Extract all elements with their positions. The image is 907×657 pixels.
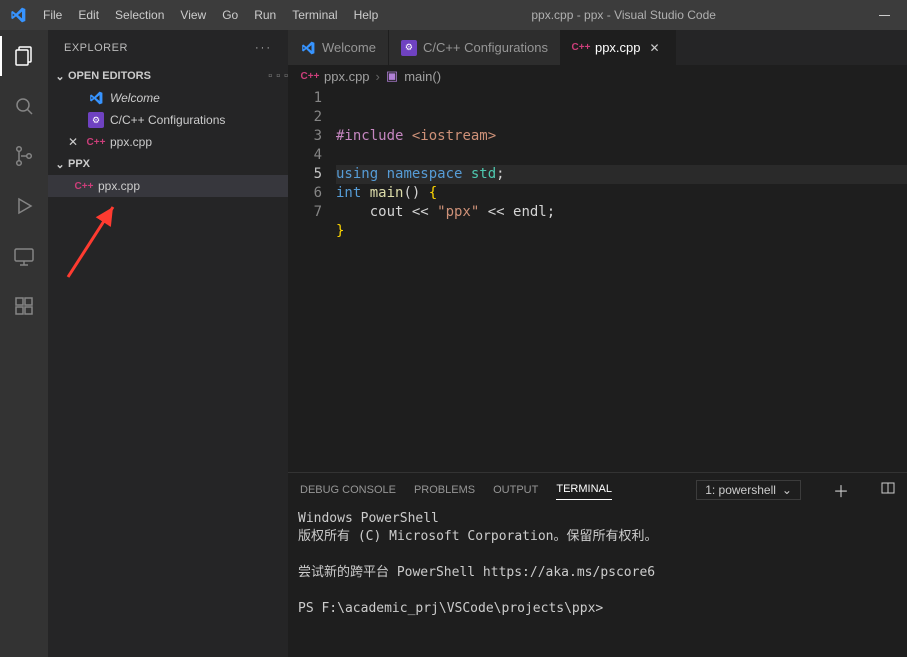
gear-icon: ⚙ (401, 40, 417, 56)
terminal-selector-label: 1: powershell (705, 483, 776, 497)
menubar: File Edit Selection View Go Run Terminal… (35, 0, 386, 30)
activity-bar (0, 30, 48, 657)
tab-label: ppx.cpp (595, 40, 641, 55)
panel-tab-terminal[interactable]: TERMINAL (556, 479, 612, 500)
chevron-right-icon: › (376, 69, 380, 84)
cpp-file-icon: C++ (573, 40, 589, 56)
search-icon[interactable] (0, 86, 48, 126)
extensions-icon[interactable] (0, 286, 48, 326)
vscode-logo-icon (0, 7, 35, 23)
open-editors-header[interactable]: ⌄ OPEN EDITORS ▫ ▫ ▫ (48, 65, 288, 87)
symbol-cube-icon: ▣ (386, 68, 398, 84)
cpp-file-icon: C++ (88, 134, 104, 150)
menu-go[interactable]: Go (214, 0, 246, 30)
file-tree-item[interactable]: C++ ppx.cpp (48, 175, 288, 197)
open-editor-item[interactable]: ✕ C++ ppx.cpp (48, 131, 288, 153)
tab-welcome[interactable]: Welcome (288, 30, 389, 65)
line-gutter: 1234567 (288, 87, 336, 472)
open-editors-label: OPEN EDITORS (68, 70, 151, 82)
titlebar: File Edit Selection View Go Run Terminal… (0, 0, 907, 30)
menu-selection[interactable]: Selection (107, 0, 172, 30)
open-editor-label: C/C++ Configurations (110, 113, 225, 127)
code-editor[interactable]: 1234567 #include <iostream> using namesp… (288, 87, 907, 472)
explorer-icon[interactable] (0, 36, 48, 76)
menu-run[interactable]: Run (246, 0, 284, 30)
tab-ppx-cpp[interactable]: C++ ppx.cpp ✕ (561, 30, 676, 65)
panel-tab-debug-console[interactable]: DEBUG CONSOLE (300, 480, 396, 500)
minimize-button[interactable] (861, 0, 907, 30)
editor-group: Welcome ⚙ C/C++ Configurations C++ ppx.c… (288, 30, 907, 657)
vscode-icon (300, 40, 316, 56)
run-debug-icon[interactable] (0, 186, 48, 226)
chevron-down-icon: ⌄ (782, 483, 792, 497)
new-terminal-icon[interactable]: ＋ (833, 478, 849, 502)
tab-label: Welcome (322, 40, 376, 55)
breadcrumb-symbol[interactable]: main() (404, 69, 441, 84)
vscode-icon (88, 90, 104, 106)
sidebar-title: EXPLORER (64, 42, 128, 54)
terminal[interactable]: Windows PowerShell 版权所有 (C) Microsoft Co… (288, 506, 907, 657)
tab-label: C/C++ Configurations (423, 40, 548, 55)
breadcrumb-file[interactable]: ppx.cpp (324, 69, 370, 84)
cpp-file-icon: C++ (76, 178, 92, 194)
open-editor-item[interactable]: ⚙ C/C++ Configurations (48, 109, 288, 131)
file-label: ppx.cpp (98, 179, 140, 193)
new-file-icon[interactable]: ▫ (268, 70, 272, 82)
open-editor-label: Welcome (110, 91, 160, 105)
bottom-panel: DEBUG CONSOLE PROBLEMS OUTPUT TERMINAL 1… (288, 472, 907, 657)
explorer-sidebar: EXPLORER ··· ⌄ OPEN EDITORS ▫ ▫ ▫ Welcom… (48, 30, 288, 657)
close-icon[interactable]: ✕ (647, 40, 663, 56)
code-content[interactable]: #include <iostream> using namespace std;… (336, 87, 907, 472)
open-editor-item[interactable]: Welcome (48, 87, 288, 109)
chevron-down-icon: ⌄ (52, 70, 68, 83)
source-control-icon[interactable] (0, 136, 48, 176)
sidebar-more-icon[interactable]: ··· (255, 42, 272, 54)
folder-header[interactable]: ⌄ PPX (48, 153, 288, 175)
chevron-down-icon: ⌄ (52, 158, 68, 171)
panel-tab-output[interactable]: OUTPUT (493, 480, 538, 500)
gear-icon: ⚙ (88, 112, 104, 128)
remote-icon[interactable] (0, 236, 48, 276)
panel-tab-problems[interactable]: PROBLEMS (414, 480, 475, 500)
folder-label: PPX (68, 158, 90, 170)
editor-tabs: Welcome ⚙ C/C++ Configurations C++ ppx.c… (288, 30, 907, 65)
window-title: ppx.cpp - ppx - Visual Studio Code (386, 8, 861, 22)
breadcrumbs[interactable]: C++ ppx.cpp › ▣ main() (288, 65, 907, 87)
split-terminal-icon[interactable] (881, 481, 895, 498)
menu-edit[interactable]: Edit (70, 0, 107, 30)
tab-ccpp-config[interactable]: ⚙ C/C++ Configurations (389, 30, 561, 65)
save-all-icon[interactable]: ▫ (276, 70, 280, 82)
menu-terminal[interactable]: Terminal (284, 0, 345, 30)
terminal-selector[interactable]: 1: powershell ⌄ (696, 480, 801, 500)
menu-file[interactable]: File (35, 0, 70, 30)
menu-help[interactable]: Help (346, 0, 387, 30)
cpp-file-icon: C++ (302, 68, 318, 84)
close-icon[interactable]: ✕ (68, 135, 82, 149)
menu-view[interactable]: View (172, 0, 214, 30)
open-editor-label: ppx.cpp (110, 135, 152, 149)
